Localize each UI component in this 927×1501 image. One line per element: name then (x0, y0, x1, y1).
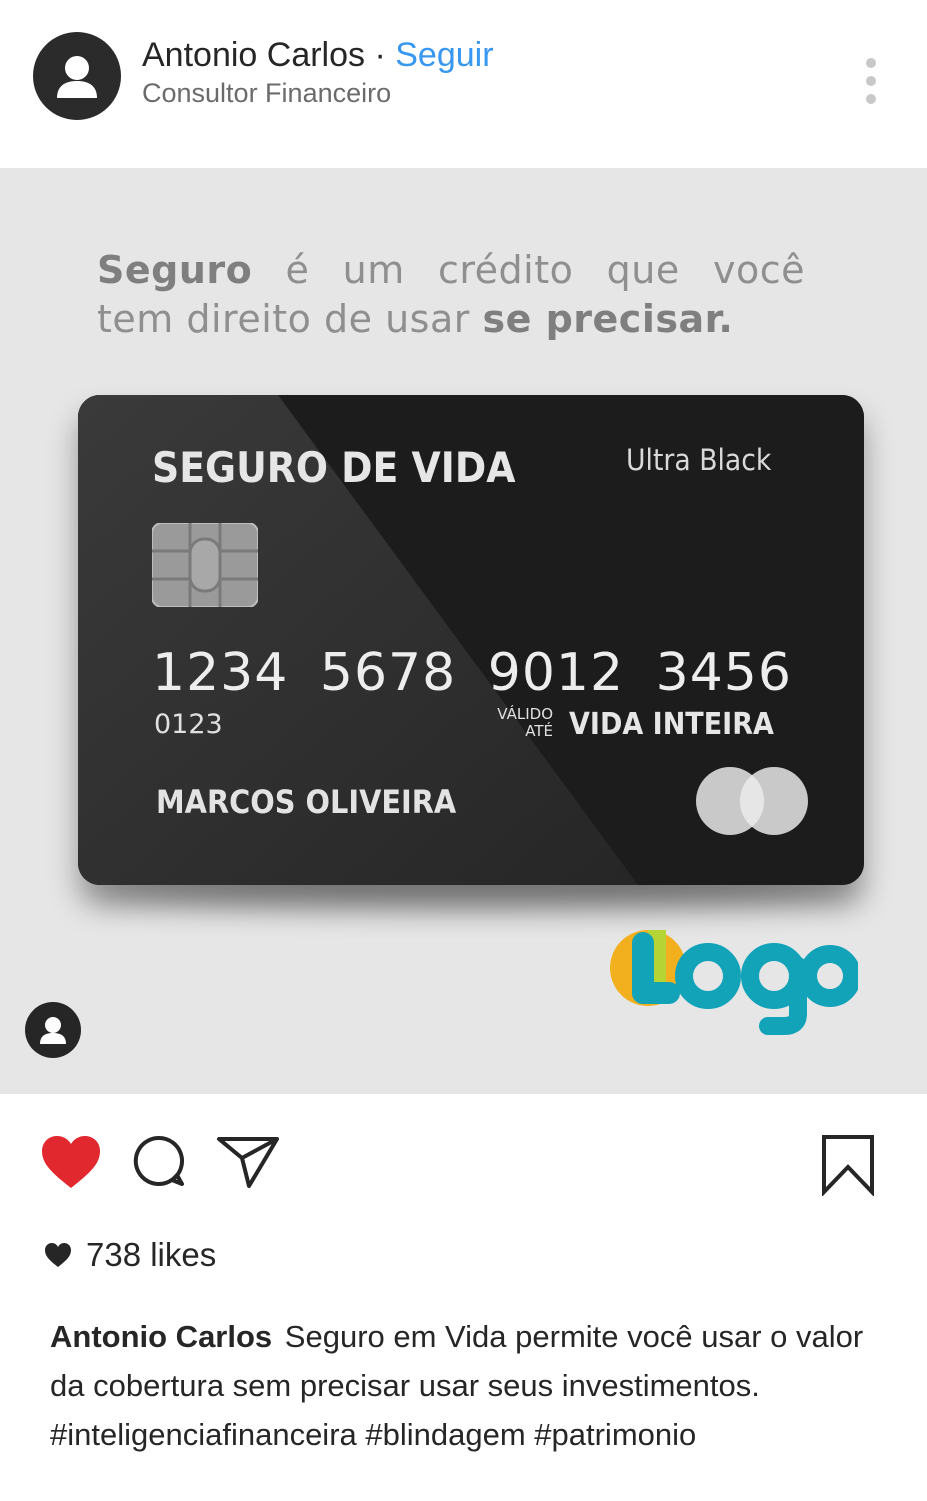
headline-line-1: Seguro é um crédito que você (97, 246, 805, 295)
headline-word: um (342, 248, 405, 292)
headline-line-2-bold: se precisar. (482, 297, 734, 341)
post-author-line: Antonio Carlos · Seguir (142, 36, 494, 75)
heart-filled-icon[interactable] (40, 1134, 102, 1190)
valid-value: VIDA INTEIRA (569, 707, 774, 742)
send-icon[interactable] (216, 1134, 280, 1190)
post-headline: Seguro é um crédito que você tem direito… (97, 246, 807, 344)
valid-label-line-1: VÁLIDO (497, 705, 553, 723)
headline-line-2: tem direito de usar se precisar. (97, 295, 807, 344)
headline-bold-word: Seguro (97, 248, 253, 292)
bookmark-icon[interactable] (820, 1134, 876, 1196)
headline-word: você (712, 248, 805, 292)
separator-dot: · (374, 36, 386, 74)
post-caption: Antonio Carlos Seguro em Vida permite vo… (50, 1312, 900, 1459)
headline-word: é (285, 248, 310, 292)
comment-icon[interactable] (132, 1134, 186, 1188)
follow-button[interactable]: Seguir (395, 36, 493, 74)
user-silhouette-icon (57, 56, 97, 98)
likes-count[interactable]: 738 likes (44, 1236, 216, 1274)
card-chip-icon (152, 523, 258, 607)
card-holder-name: MARCOS OLIVEIRA (156, 783, 457, 821)
card-code: 0123 (154, 709, 223, 740)
author-subtitle: Consultor Financeiro (142, 78, 392, 108)
credit-card-illustration: SEGURO DE VIDA Ultra Black 1234 5678 901… (78, 395, 864, 885)
user-tag-icon[interactable] (25, 1002, 81, 1058)
valid-label-line-2: ATÉ (525, 722, 553, 740)
heart-small-icon (45, 1243, 71, 1267)
card-tier: Ultra Black (626, 443, 772, 477)
card-network-circles-icon (696, 767, 808, 835)
headline-line-2-text: tem direito de usar (97, 297, 470, 341)
card-number-group: 5678 (319, 643, 457, 703)
card-title: SEGURO DE VIDA (152, 443, 516, 492)
likes-text: 738 likes (86, 1236, 217, 1273)
post-image[interactable]: Seguro é um crédito que você tem direito… (0, 168, 927, 1094)
avatar[interactable] (33, 32, 121, 120)
card-number-group: 9012 (487, 643, 625, 703)
caption-author[interactable]: Antonio Carlos (50, 1319, 272, 1354)
post-header: Antonio Carlos · Seguir Consultor Financ… (0, 0, 927, 168)
brand-logo (610, 930, 858, 1035)
card-number-group: 1234 (152, 643, 289, 703)
user-silhouette-icon (40, 1017, 66, 1044)
valid-label: VÁLIDO ATÉ (488, 706, 553, 740)
headline-word: que (606, 248, 680, 292)
headline-word: crédito (438, 248, 574, 292)
card-number: 1234 5678 9012 3456 (152, 643, 792, 703)
card-number-group: 3456 (655, 643, 792, 703)
more-vertical-icon[interactable] (856, 56, 886, 106)
post-actions (0, 1094, 927, 1224)
author-name[interactable]: Antonio Carlos (142, 36, 365, 74)
